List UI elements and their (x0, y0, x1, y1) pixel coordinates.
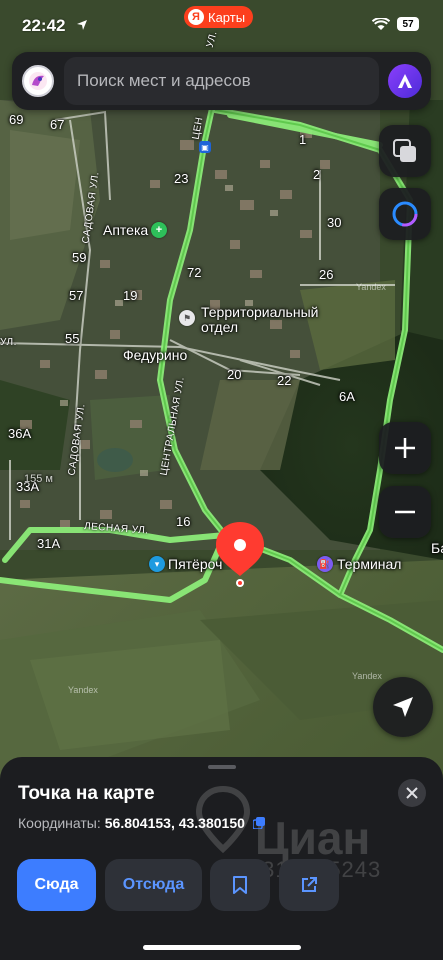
map-label-16: 16 (176, 514, 191, 529)
yandex-logo-icon: Я (188, 9, 204, 25)
map-label-59: 59 (72, 250, 87, 265)
avatar-icon (29, 72, 47, 90)
yandex-watermark: Yandex (352, 671, 382, 681)
close-icon (406, 787, 418, 799)
map-pin[interactable] (214, 520, 266, 590)
minus-icon (395, 510, 415, 514)
map-label-30: 30 (327, 215, 342, 230)
zoom-in-button[interactable] (379, 422, 431, 474)
map-label-22: 22 (277, 373, 292, 388)
bookmark-button[interactable] (210, 859, 270, 911)
wifi-icon (372, 18, 390, 30)
bus-stop-icon[interactable]: ▣ (199, 141, 211, 153)
map-label-19: 19 (123, 288, 138, 303)
copy-icon[interactable] (252, 817, 265, 829)
bookmark-icon (233, 876, 247, 894)
map-label-69: 69 (9, 112, 24, 127)
close-button[interactable] (398, 779, 426, 807)
search-field[interactable] (64, 57, 379, 105)
map-label-31a: 31А (37, 536, 61, 551)
map-label-36a: 36А (8, 426, 32, 441)
map-label-apteka[interactable]: Аптека (103, 223, 148, 237)
share-button[interactable] (279, 859, 339, 911)
map-label-67: 67 (50, 117, 65, 132)
my-location-button[interactable] (373, 677, 433, 737)
home-indicator (143, 945, 301, 950)
coordinates-row: Координаты: 56.804153, 43.380150 (18, 815, 265, 831)
pharmacy-icon[interactable]: + (151, 222, 167, 238)
zoom-out-button[interactable] (379, 486, 431, 538)
app-brand-name: Карты (208, 9, 246, 25)
scale-label: 155 м (24, 473, 53, 485)
plus-icon (395, 438, 415, 458)
place-bottom-sheet[interactable]: Циан ID 318665243 Точка на карте Координ… (0, 757, 443, 960)
map-label-72: 72 (187, 265, 202, 280)
map-label-26: 26 (319, 267, 334, 282)
map-label-fedurino: Федурино (123, 347, 188, 363)
map-label-territorial-2[interactable]: отдел (201, 320, 238, 334)
fuel-station-icon[interactable]: ⛽ (317, 556, 333, 572)
map-label-terminal[interactable]: Терминал (337, 557, 401, 571)
watermark-text: Циан (255, 812, 371, 864)
alice-voice-button[interactable] (388, 64, 422, 98)
app-brand-badge: Я Карты (184, 6, 254, 28)
map-label-ba: Ба (431, 540, 443, 556)
location-arrow-icon (77, 20, 87, 30)
yandex-watermark: Yandex (356, 282, 386, 292)
street-label-left: УЛ. (0, 337, 17, 348)
flag-icon[interactable]: ⚑ (179, 310, 195, 326)
coordinates-value: 56.804153, 43.380150 (104, 815, 245, 831)
map-label-6a: 6А (339, 389, 355, 404)
map-label-23: 23 (174, 171, 189, 186)
map-label-territorial-1[interactable]: Территориальный (201, 305, 318, 319)
layers-button[interactable] (379, 125, 431, 177)
status-bar: 22:42 Я Карты 57 (0, 0, 443, 50)
alice-icon (392, 201, 418, 227)
status-time: 22:42 (22, 16, 66, 35)
sheet-grabber[interactable] (208, 765, 236, 769)
yandex-watermark: Yandex (68, 685, 98, 695)
search-input[interactable] (64, 57, 379, 105)
shopping-basket-icon[interactable]: ▾ (149, 556, 165, 572)
navigation-arrow-icon (393, 697, 413, 717)
alice-icon (398, 74, 412, 88)
map-label-2: 2 (313, 167, 321, 182)
alice-assistant-button[interactable] (379, 188, 431, 240)
layers-icon (393, 139, 416, 162)
battery-icon: 57 (397, 17, 419, 31)
map-label-20: 20 (227, 367, 242, 382)
sheet-title: Точка на карте (18, 783, 155, 804)
share-icon (302, 877, 317, 892)
map-label-1: 1 (299, 132, 307, 147)
route-here-button[interactable]: Сюда (17, 859, 96, 911)
route-from-button[interactable]: Отсюда (105, 859, 202, 911)
map-pin-icon (216, 522, 264, 587)
map-label-57: 57 (69, 288, 84, 303)
coordinates-label: Координаты: (18, 815, 101, 831)
map-label-55: 55 (65, 331, 80, 346)
search-bar (12, 52, 431, 110)
profile-avatar-button[interactable] (22, 65, 54, 97)
